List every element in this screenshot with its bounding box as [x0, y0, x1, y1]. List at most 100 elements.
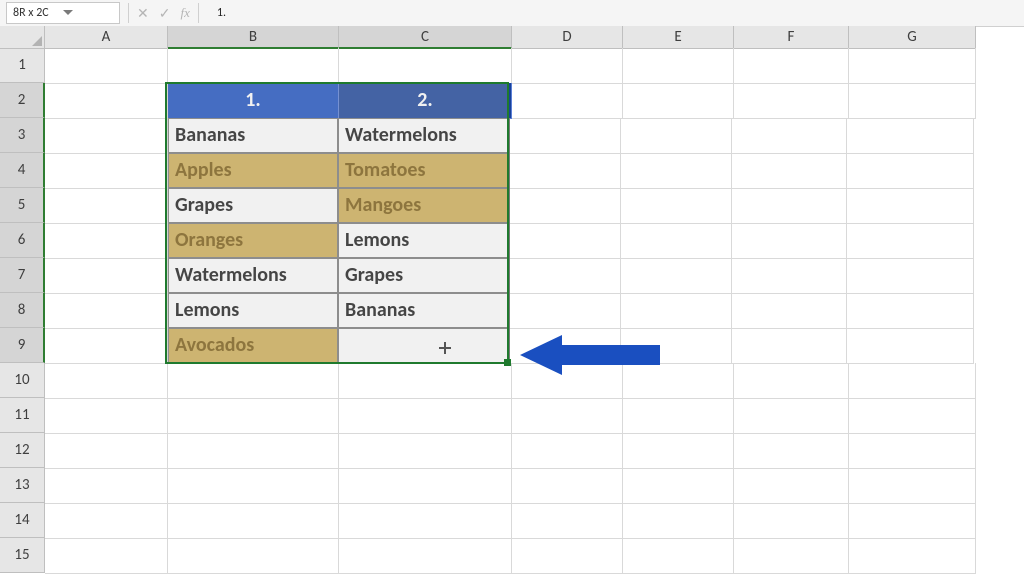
- cell-G12[interactable]: [849, 433, 976, 469]
- cell-F9[interactable]: [732, 328, 847, 364]
- cell-E2[interactable]: [623, 83, 734, 119]
- cell-G14[interactable]: [849, 503, 976, 539]
- cell-B1[interactable]: [168, 48, 339, 84]
- cell-G1[interactable]: [849, 48, 976, 84]
- cell-G2[interactable]: [849, 83, 976, 119]
- cell-A13[interactable]: [45, 468, 168, 504]
- cell-A1[interactable]: [45, 48, 168, 84]
- cell-E11[interactable]: [623, 398, 734, 434]
- cell-C7[interactable]: Grapes: [338, 258, 510, 293]
- cell-F8[interactable]: [732, 293, 847, 329]
- cell-C15[interactable]: [339, 538, 512, 574]
- cell-B9[interactable]: Avocados: [168, 328, 338, 363]
- col-header-F[interactable]: F: [734, 26, 849, 49]
- cell-F1[interactable]: [734, 48, 849, 84]
- row-header-9[interactable]: 9: [0, 328, 45, 363]
- cell-A11[interactable]: [45, 398, 168, 434]
- select-all-corner[interactable]: [0, 26, 45, 49]
- row-header-5[interactable]: 5: [0, 188, 45, 223]
- cell-F7[interactable]: [732, 258, 847, 294]
- row-header-6[interactable]: 6: [0, 223, 45, 258]
- col-header-B[interactable]: B: [168, 26, 339, 49]
- cell-G9[interactable]: [847, 328, 974, 364]
- cell-G6[interactable]: [847, 223, 974, 259]
- cell-C4[interactable]: Tomatoes: [338, 153, 510, 188]
- cell-F14[interactable]: [734, 503, 849, 539]
- cell-D8[interactable]: [510, 293, 621, 329]
- cell-D6[interactable]: [510, 223, 621, 259]
- cell-D13[interactable]: [512, 468, 623, 504]
- name-box-dropdown-icon[interactable]: [63, 8, 113, 18]
- cell-A14[interactable]: [45, 503, 168, 539]
- cell-C1[interactable]: [339, 48, 512, 84]
- cell-C3[interactable]: Watermelons: [338, 118, 510, 153]
- cell-G3[interactable]: [847, 118, 974, 154]
- cell-G11[interactable]: [849, 398, 976, 434]
- cell-B14[interactable]: [168, 503, 339, 539]
- cell-E5[interactable]: [621, 188, 732, 224]
- cell-A7[interactable]: [45, 258, 168, 294]
- name-box[interactable]: 8R x 2C: [6, 2, 120, 24]
- cell-A5[interactable]: [45, 188, 168, 224]
- cell-B7[interactable]: Watermelons: [168, 258, 338, 293]
- cell-F12[interactable]: [734, 433, 849, 469]
- cell-E14[interactable]: [623, 503, 734, 539]
- cell-B8[interactable]: Lemons: [168, 293, 338, 328]
- cell-C10[interactable]: [339, 363, 512, 399]
- row-header-1[interactable]: 1: [0, 48, 45, 83]
- cell-A3[interactable]: [45, 118, 168, 154]
- cell-B6[interactable]: Oranges: [168, 223, 338, 258]
- cell-B4[interactable]: Apples: [168, 153, 338, 188]
- row-header-7[interactable]: 7: [0, 258, 45, 293]
- formula-input[interactable]: 1.: [217, 6, 1024, 20]
- cell-E7[interactable]: [621, 258, 732, 294]
- cell-C14[interactable]: [339, 503, 512, 539]
- col-header-G[interactable]: G: [849, 26, 976, 49]
- cell-F5[interactable]: [732, 188, 847, 224]
- cell-A10[interactable]: [45, 363, 168, 399]
- cell-C5[interactable]: Mangoes: [338, 188, 510, 223]
- cell-G13[interactable]: [849, 468, 976, 504]
- cell-E1[interactable]: [623, 48, 734, 84]
- cell-G10[interactable]: [849, 363, 976, 399]
- row-header-8[interactable]: 8: [0, 293, 45, 328]
- cell-E13[interactable]: [623, 468, 734, 504]
- cell-E15[interactable]: [623, 538, 734, 574]
- fx-icon[interactable]: fx: [180, 5, 189, 21]
- cell-C11[interactable]: [339, 398, 512, 434]
- row-header-13[interactable]: 13: [0, 468, 45, 503]
- col-header-A[interactable]: A: [45, 26, 168, 49]
- cell-D12[interactable]: [512, 433, 623, 469]
- cell-D7[interactable]: [510, 258, 621, 294]
- row-header-3[interactable]: 3: [0, 118, 45, 153]
- cell-E9[interactable]: [621, 328, 732, 364]
- cell-C6[interactable]: Lemons: [338, 223, 510, 258]
- cell-C13[interactable]: [339, 468, 512, 504]
- cell-D1[interactable]: [512, 48, 623, 84]
- cell-B3[interactable]: Bananas: [168, 118, 338, 153]
- col-header-D[interactable]: D: [512, 26, 623, 49]
- cell-C9[interactable]: [338, 328, 510, 363]
- row-header-15[interactable]: 15: [0, 538, 45, 573]
- cell-D11[interactable]: [512, 398, 623, 434]
- cell-A8[interactable]: [45, 293, 168, 329]
- cell-D2[interactable]: [512, 83, 623, 119]
- cell-B12[interactable]: [168, 433, 339, 469]
- cell-E4[interactable]: [621, 153, 732, 189]
- cell-G8[interactable]: [847, 293, 974, 329]
- cell-D3[interactable]: [510, 118, 621, 154]
- cell-E12[interactable]: [623, 433, 734, 469]
- row-header-12[interactable]: 12: [0, 433, 45, 468]
- cell-D15[interactable]: [512, 538, 623, 574]
- cancel-icon[interactable]: ✕: [137, 5, 149, 22]
- cell-A2[interactable]: [45, 83, 168, 119]
- cell-A6[interactable]: [45, 223, 168, 259]
- cell-F15[interactable]: [734, 538, 849, 574]
- row-header-4[interactable]: 4: [0, 153, 45, 188]
- cell-A15[interactable]: [45, 538, 168, 574]
- cell-B15[interactable]: [168, 538, 339, 574]
- row-header-10[interactable]: 10: [0, 363, 45, 398]
- cell-G4[interactable]: [847, 153, 974, 189]
- cell-F13[interactable]: [734, 468, 849, 504]
- cell-G5[interactable]: [847, 188, 974, 224]
